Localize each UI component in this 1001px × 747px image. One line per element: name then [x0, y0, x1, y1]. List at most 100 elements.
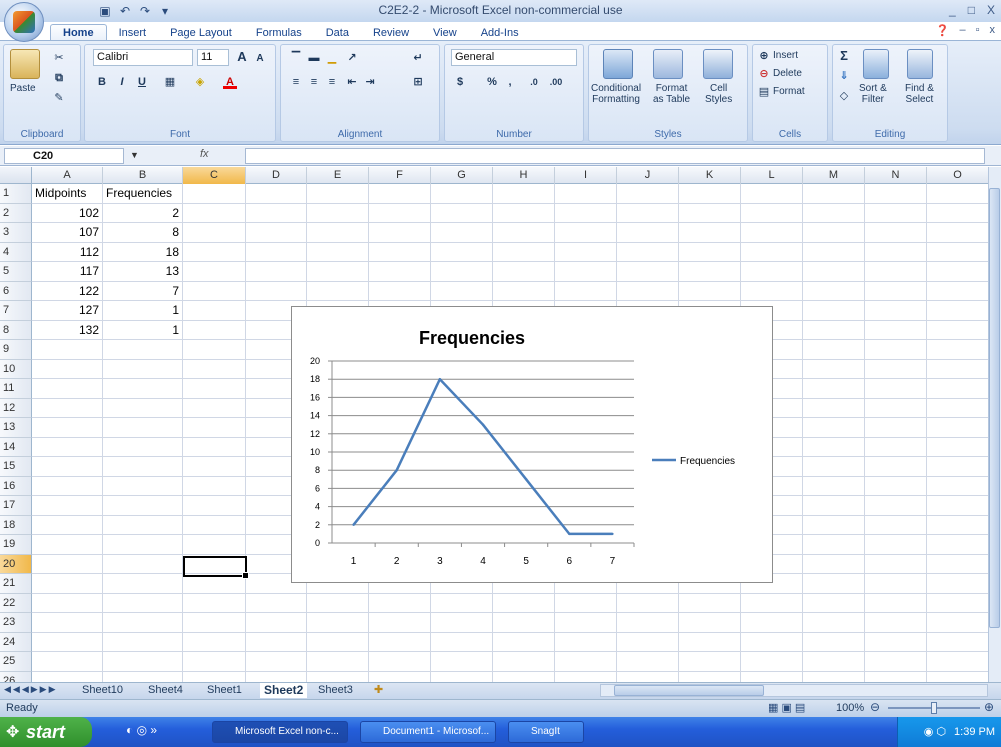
minimize-button[interactable]: _: [949, 3, 956, 17]
cell-a4[interactable]: 112: [35, 243, 99, 262]
row-header-21[interactable]: 21: [0, 574, 32, 594]
find-select-icon[interactable]: [907, 49, 933, 79]
taskbar-excel[interactable]: Microsoft Excel non-c...: [212, 721, 348, 743]
workbook-minimize-button[interactable]: –: [959, 24, 965, 37]
italic-icon[interactable]: I: [115, 75, 129, 89]
sheet-tab-sheet2[interactable]: Sheet2: [260, 683, 308, 698]
row-header-6[interactable]: 6: [0, 281, 32, 301]
view-buttons[interactable]: ▦ ▣ ▤: [768, 701, 805, 714]
row-header-1[interactable]: 1: [0, 184, 32, 204]
conditional-formatting-icon[interactable]: [603, 49, 633, 79]
format-as-table-icon[interactable]: [653, 49, 683, 79]
autosum-icon[interactable]: Σ: [837, 49, 851, 63]
column-header-g[interactable]: G: [431, 167, 493, 184]
sort-filter-label[interactable]: Sort & Filter: [859, 83, 887, 105]
column-header-a[interactable]: A: [32, 167, 103, 184]
top-align-icon[interactable]: ▔: [289, 51, 303, 65]
align-left-icon[interactable]: ≡: [289, 75, 303, 89]
cell-b1[interactable]: Frequencies: [106, 184, 179, 203]
column-header-l[interactable]: L: [741, 167, 803, 184]
insert-cells-label[interactable]: Insert: [773, 50, 798, 61]
sheet-tab-sheet3[interactable]: Sheet3: [318, 683, 353, 698]
tab-add-ins[interactable]: Add-Ins: [469, 25, 531, 41]
column-header-m[interactable]: M: [803, 167, 865, 184]
close-button[interactable]: X: [987, 3, 995, 17]
insert-sheet-icon[interactable]: ✚: [374, 683, 383, 696]
row-header-12[interactable]: 12: [0, 398, 32, 418]
row-header-23[interactable]: 23: [0, 613, 32, 633]
insert-cells-icon[interactable]: ⊕: [757, 49, 771, 63]
cell-a2[interactable]: 102: [35, 204, 99, 223]
taskbar-snagit[interactable]: SnagIt: [508, 721, 584, 743]
row-header-8[interactable]: 8: [0, 320, 32, 340]
row-header-10[interactable]: 10: [0, 359, 32, 379]
shrink-font-icon[interactable]: A: [253, 52, 267, 66]
active-cell[interactable]: [183, 556, 249, 579]
row-header-2[interactable]: 2: [0, 203, 32, 223]
cell-b2[interactable]: 2: [106, 204, 179, 223]
cell-a5[interactable]: 117: [35, 262, 99, 281]
tab-insert[interactable]: Insert: [107, 25, 159, 41]
delete-cells-label[interactable]: Delete: [773, 68, 802, 79]
format-painter-icon[interactable]: ✎: [52, 91, 66, 105]
column-header-b[interactable]: B: [103, 167, 183, 184]
borders-icon[interactable]: ▦: [163, 75, 177, 89]
row-header-13[interactable]: 13: [0, 418, 32, 438]
paste-icon[interactable]: [10, 49, 40, 79]
currency-icon[interactable]: $: [453, 75, 467, 89]
row-header-16[interactable]: 16: [0, 476, 32, 496]
bold-icon[interactable]: B: [95, 75, 109, 89]
formula-input[interactable]: [245, 148, 985, 164]
percent-icon[interactable]: %: [485, 75, 499, 89]
cell-b8[interactable]: 1: [106, 321, 179, 340]
chart-frame[interactable]: Frequencies 0 2 4 6 8 10 12 14 16 18 20 1 2 3 4 5 6 7 Frequ…: [291, 306, 773, 583]
maximize-button[interactable]: □: [968, 3, 975, 17]
fx-icon[interactable]: fx: [200, 148, 209, 160]
vertical-scroll-thumb[interactable]: [989, 188, 1000, 628]
cell-a1[interactable]: Midpoints: [35, 184, 99, 203]
horizontal-scroll-thumb[interactable]: [614, 685, 764, 696]
quick-launch-icons[interactable]: ◐ ◎ »: [126, 723, 157, 737]
row-header-7[interactable]: 7: [0, 301, 32, 321]
cell-b4[interactable]: 18: [106, 243, 179, 262]
align-right-icon[interactable]: ≡: [325, 75, 339, 89]
row-header-5[interactable]: 5: [0, 262, 32, 282]
tab-review[interactable]: Review: [361, 25, 421, 41]
tab-home[interactable]: Home: [50, 24, 107, 41]
workbook-restore-button[interactable]: ▫: [976, 24, 980, 37]
copy-icon[interactable]: ⧉: [52, 71, 66, 85]
zoom-slider-thumb[interactable]: [931, 702, 937, 714]
increase-indent-icon[interactable]: ⇥: [363, 75, 377, 89]
underline-icon[interactable]: U: [135, 75, 149, 89]
orientation-icon[interactable]: ↗: [345, 51, 359, 65]
cell-a7[interactable]: 127: [35, 301, 99, 320]
decrease-indent-icon[interactable]: ⇤: [345, 75, 359, 89]
zoom-level[interactable]: 100%: [836, 702, 864, 714]
column-header-d[interactable]: D: [246, 167, 307, 184]
row-header-17[interactable]: 17: [0, 496, 32, 516]
merge-center-icon[interactable]: ⊞: [411, 75, 425, 89]
align-center-icon[interactable]: ≡: [307, 75, 321, 89]
row-header-25[interactable]: 25: [0, 652, 32, 672]
name-box-dropdown-icon[interactable]: ▼: [130, 150, 139, 160]
row-header-18[interactable]: 18: [0, 515, 32, 535]
format-as-table-label[interactable]: Format as Table: [653, 83, 690, 105]
cell-b7[interactable]: 1: [106, 301, 179, 320]
help-icon[interactable]: ❓: [936, 24, 950, 37]
clear-icon[interactable]: ◇: [837, 89, 851, 103]
decrease-decimal-icon[interactable]: .00: [549, 75, 563, 89]
find-select-label[interactable]: Find & Select: [905, 83, 934, 105]
column-header-k[interactable]: K: [679, 167, 741, 184]
name-box[interactable]: C20: [4, 148, 124, 164]
cut-icon[interactable]: ✂: [52, 51, 66, 65]
cell-styles-icon[interactable]: [703, 49, 733, 79]
row-header-24[interactable]: 24: [0, 632, 32, 652]
column-header-f[interactable]: F: [369, 167, 431, 184]
column-header-j[interactable]: J: [617, 167, 679, 184]
sort-filter-icon[interactable]: [863, 49, 889, 79]
row-header-15[interactable]: 15: [0, 457, 32, 477]
column-header-e[interactable]: E: [307, 167, 369, 184]
conditional-formatting-label[interactable]: Conditional Formatting: [591, 83, 641, 105]
cell-a3[interactable]: 107: [35, 223, 99, 242]
row-header-4[interactable]: 4: [0, 242, 32, 262]
